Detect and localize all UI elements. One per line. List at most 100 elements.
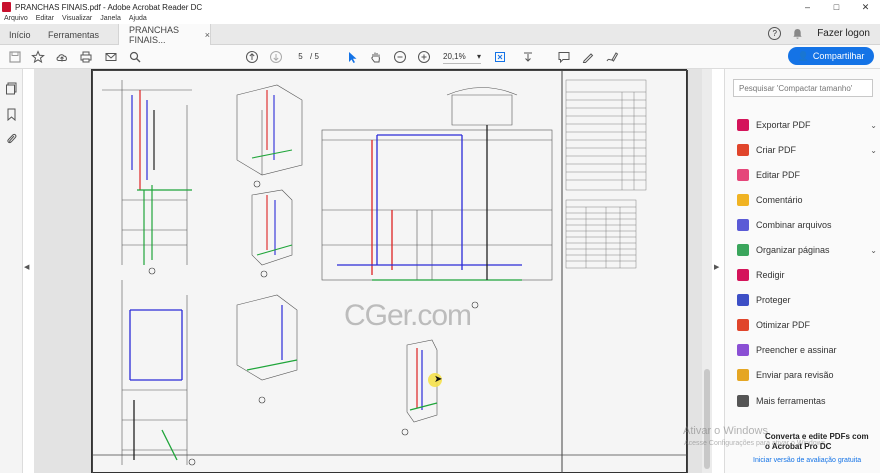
menu-janela[interactable]: Janela [100,15,121,22]
tool-label: Enviar para revisão [756,370,834,380]
tool-icon [737,144,749,156]
tab-bar: Início Ferramentas PRANCHAS FINAIS... × … [0,24,880,45]
vertical-scrollbar[interactable] [702,69,712,473]
menu-arquivo[interactable]: Arquivo [4,15,28,22]
scroll-mode-icon[interactable] [521,50,535,64]
tool-combinar-arquivos[interactable]: Combinar arquivos [737,216,877,234]
tool-icon [737,119,749,131]
zoom-in-icon[interactable] [417,50,431,64]
tool-preencher-e-assinar[interactable]: Preencher e assinar [737,341,877,359]
login-link[interactable]: Fazer logon [817,28,870,39]
tool-icon [737,369,749,381]
mouse-cursor-icon: ➤ [434,374,443,385]
bell-icon[interactable] [792,28,803,40]
tool-icon [737,319,749,331]
toolbar: 5 / 5 20,1% ▾ 👤 Compartilhar [0,45,880,69]
chevron-down-icon: ▾ [476,52,481,61]
tool-icon [737,294,749,306]
print-icon[interactable] [79,50,93,64]
tools-search-input[interactable] [733,79,873,97]
tool-icon [737,269,749,281]
tool-enviar-para-revisão[interactable]: Enviar para revisão [737,366,877,384]
tools-pane: Exportar PDF ⌄ Criar PDF ⌄ Editar PDF Comentá… [724,69,880,473]
page-total: / 5 [310,52,319,61]
zoom-out-icon[interactable] [393,50,407,64]
watermark-text: CGer.com [344,299,472,332]
tool-icon [737,169,749,181]
share-label: Compartilhar [812,51,865,61]
tool-redigir[interactable]: Redigir [737,266,877,284]
chevron-down-icon[interactable]: ⌄ [870,146,877,155]
tool-criar-pdf[interactable]: Criar PDF ⌄ [737,141,877,159]
previous-page-icon[interactable] [245,50,259,64]
next-page-icon[interactable] [269,50,283,64]
tool-label: Otimizar PDF [756,320,810,330]
zoom-level-dropdown[interactable]: 20,1% ▾ [443,50,481,64]
help-icon[interactable]: ? [768,27,782,40]
menu-bar: Arquivo Editar Visualizar Janela Ajuda [0,12,880,24]
search-icon[interactable] [128,50,142,64]
tool-label: Combinar arquivos [756,220,832,230]
tab-tools[interactable]: Ferramentas [48,24,99,45]
tab-home[interactable]: Início [9,24,31,45]
tool-exportar-pdf[interactable]: Exportar PDF ⌄ [737,116,877,134]
share-button[interactable]: 👤 Compartilhar [788,47,874,65]
tab-document-label: PRANCHAS FINAIS... [129,24,180,45]
save-icon[interactable] [8,50,22,64]
zoom-level-value: 20,1% [443,52,466,61]
tool-label: Proteger [756,295,791,305]
tool-label: Organizar páginas [756,245,830,255]
hand-tool-icon[interactable] [369,50,383,64]
fit-page-icon[interactable] [493,50,507,64]
free-trial-link[interactable]: Iniciar versão de avaliação gratuita [753,457,861,464]
tool-icon [737,244,749,256]
select-cursor-icon[interactable] [345,50,359,64]
email-icon[interactable] [104,50,118,64]
tool-mais-ferramentas[interactable]: Mais ferramentas [737,392,877,410]
collapse-left-panel-icon[interactable]: ◀ [24,263,34,275]
scrollbar-thumb[interactable] [704,369,710,469]
activate-windows-subtitle: Acesse Configurações para ativar o Windo… [684,440,828,447]
tool-editar-pdf[interactable]: Editar PDF [737,166,877,184]
page-number-input[interactable]: 5 [293,50,308,64]
tool-label: Mais ferramentas [756,396,826,406]
tool-label: Redigir [756,270,785,280]
chevron-down-icon[interactable]: ⌄ [870,121,877,130]
bookmarks-icon[interactable] [5,108,18,121]
menu-editar[interactable]: Editar [36,15,54,22]
left-navigation-rail [0,69,23,473]
tool-icon [737,194,749,206]
technical-drawing [92,70,688,473]
tab-document[interactable]: PRANCHAS FINAIS... × [118,24,211,45]
tool-label: Editar PDF [756,170,801,180]
tool-proteger[interactable]: Proteger [737,291,877,309]
tool-label: Criar PDF [756,145,796,155]
activate-windows-title: Ativar o Windows [683,425,768,437]
menu-ajuda[interactable]: Ajuda [129,15,147,22]
highlight-pen-icon[interactable] [581,50,595,64]
tool-organizar-páginas[interactable]: Organizar páginas ⌄ [737,241,877,259]
document-viewer[interactable]: CGer.com ➤ [34,69,712,473]
collapse-right-panel-icon[interactable]: ▶ [714,263,723,275]
star-icon[interactable] [31,50,45,64]
acrobat-app-icon [2,2,11,12]
tool-otimizar-pdf[interactable]: Otimizar PDF [737,316,877,334]
window-title: PRANCHAS FINAIS.pdf - Adobe Acrobat Read… [15,2,203,12]
close-tab-icon[interactable]: × [205,30,210,40]
share-person-icon: 👤 [797,50,809,61]
menu-visualizar[interactable]: Visualizar [62,15,92,22]
tool-icon [737,344,749,356]
chevron-down-icon[interactable]: ⌄ [870,246,877,255]
tool-comentário[interactable]: Comentário [737,191,877,209]
attachments-icon[interactable] [5,132,18,145]
tool-label: Exportar PDF [756,120,811,130]
page-thumbnails-icon[interactable] [5,82,18,95]
tool-icon [737,219,749,231]
tool-label: Preencher e assinar [756,345,837,355]
tool-icon [737,395,749,407]
sign-icon[interactable] [605,50,619,64]
pdf-page [91,69,688,473]
upload-cloud-icon[interactable] [55,50,69,64]
tool-label: Comentário [756,195,803,205]
comment-icon[interactable] [557,50,571,64]
